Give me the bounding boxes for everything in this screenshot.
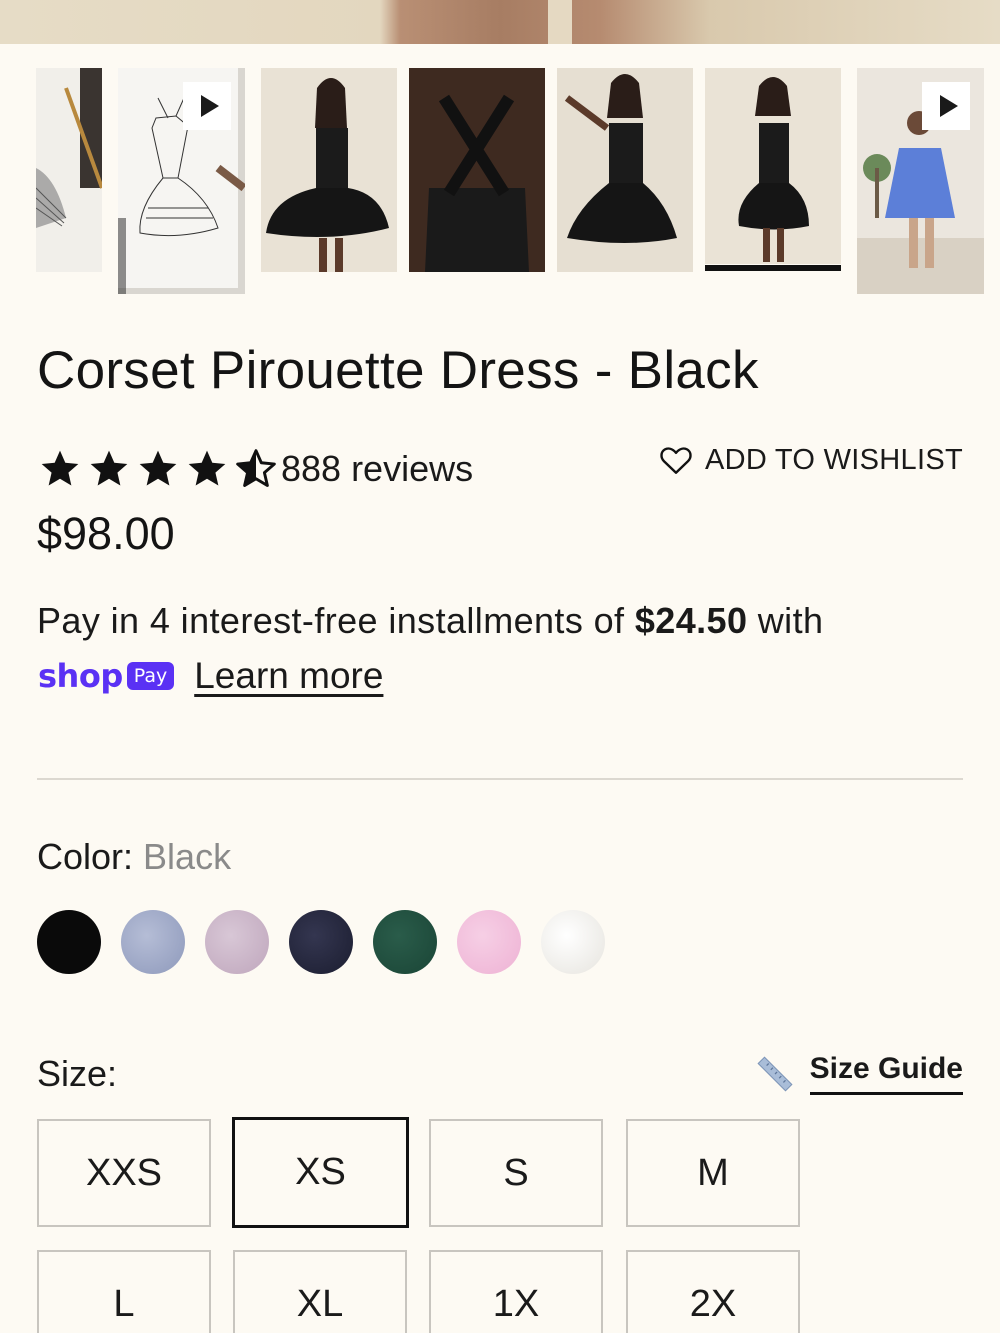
color-swatches	[37, 910, 605, 974]
size-guide-link[interactable]: Size Guide	[754, 1052, 963, 1095]
shop-pay-logo: shop	[38, 657, 123, 695]
swatch-navy[interactable]	[289, 910, 353, 974]
size-option-xxs[interactable]: XXS	[37, 1119, 211, 1227]
wishlist-label: ADD TO WISHLIST	[704, 443, 963, 476]
ruler-icon	[757, 1055, 793, 1092]
color-label: Color: Black	[37, 836, 231, 878]
learn-more-link[interactable]: Learn more	[194, 655, 383, 697]
play-icon[interactable]	[183, 82, 231, 130]
product-price: $98.00	[37, 508, 175, 559]
installments-text: Pay in 4 interest-free installments of $…	[37, 600, 823, 642]
add-to-wishlist-button[interactable]: ADD TO WISHLIST	[657, 442, 963, 478]
active-thumbnail-indicator	[705, 265, 841, 271]
swatch-pink[interactable]	[457, 910, 521, 974]
star-full-icon	[188, 450, 226, 486]
thumbnail-6[interactable]	[705, 68, 841, 264]
thumbnail-7[interactable]	[857, 68, 984, 294]
swatch-green[interactable]	[373, 910, 437, 974]
play-icon[interactable]	[922, 82, 970, 130]
thumbnail-2[interactable]	[118, 68, 245, 294]
divider	[37, 778, 963, 780]
size-option-1x[interactable]: 1X	[429, 1250, 603, 1333]
thumbnail-4[interactable]	[409, 68, 545, 272]
product-title: Corset Pirouette Dress - Black	[37, 341, 759, 400]
heart-outline-icon	[660, 447, 692, 474]
shop-pay-badge: Pay	[126, 662, 175, 690]
star-half-icon	[236, 449, 276, 487]
swatch-black[interactable]	[37, 910, 101, 974]
star-full-icon	[90, 450, 128, 486]
rating-row[interactable]: 888 reviews	[37, 445, 473, 493]
thumbnail-gallery	[0, 68, 1000, 298]
size-option-s[interactable]: S	[429, 1119, 603, 1227]
size-option-2x[interactable]: 2X	[626, 1250, 800, 1333]
size-guide-label: Size Guide	[809, 1052, 963, 1095]
swatch-white[interactable]	[541, 910, 605, 974]
installment-amount: $24.50	[634, 600, 748, 641]
installments-suffix: with	[747, 600, 824, 641]
star-rating	[37, 447, 279, 491]
thumbnail-3[interactable]	[261, 68, 397, 272]
reviews-count[interactable]: 888 reviews	[281, 448, 473, 490]
size-option-xl[interactable]: XL	[233, 1250, 407, 1333]
shop-pay-row: shop Pay Learn more	[38, 655, 383, 697]
swatch-light-blue[interactable]	[121, 910, 185, 974]
size-option-xs[interactable]: XS	[232, 1117, 409, 1228]
installments-prefix: Pay in 4 interest-free installments of	[37, 600, 635, 641]
selected-color-value: Black	[143, 836, 232, 877]
color-label-text: Color:	[37, 836, 144, 877]
size-option-l[interactable]: L	[37, 1250, 211, 1333]
thumbnail-1[interactable]	[36, 68, 102, 272]
swatch-lilac[interactable]	[205, 910, 269, 974]
size-option-m[interactable]: M	[626, 1119, 800, 1227]
hero-image-bottom	[0, 0, 1000, 44]
thumbnail-5[interactable]	[557, 68, 693, 272]
star-full-icon	[41, 450, 79, 486]
size-label: Size:	[37, 1053, 118, 1094]
star-full-icon	[139, 450, 177, 486]
